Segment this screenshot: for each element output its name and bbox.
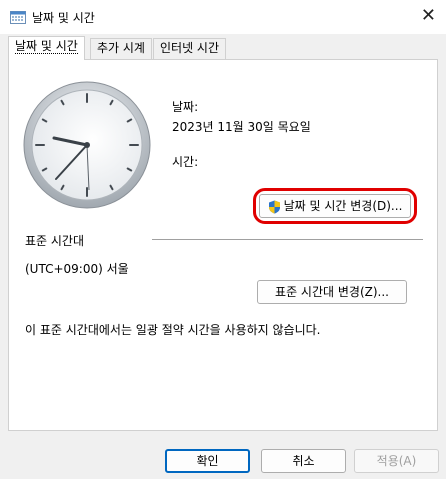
timezone-value: (UTC+09:00) 서울 — [25, 262, 129, 276]
date-label: 날짜: — [172, 100, 199, 114]
time-label: 시간: — [172, 155, 199, 169]
close-icon[interactable]: ✕ — [421, 6, 436, 26]
date-time-app-icon — [10, 11, 26, 24]
dst-note: 이 표준 시간대에서는 일광 절약 시간을 사용하지 않습니다. — [25, 323, 321, 337]
window-title: 날짜 및 시간 — [32, 11, 95, 25]
cancel-button[interactable]: 취소 — [261, 449, 346, 473]
tab-internet-time[interactable]: 인터넷 시간 — [153, 38, 227, 59]
apply-button[interactable]: 적용(A) — [354, 449, 439, 473]
dialog-footer: 확인 취소 적용(A) — [0, 440, 446, 479]
date-value: 2023년 11월 30일 목요일 — [172, 120, 311, 134]
title-bar: 날짜 및 시간 ✕ — [0, 0, 446, 34]
uac-shield-icon — [268, 200, 280, 213]
change-datetime-label: 날짜 및 시간 변경(D)... — [283, 199, 403, 213]
tab-additional-clocks[interactable]: 추가 시계 — [90, 38, 152, 59]
tab-panel: 날짜: 2023년 11월 30일 목요일 시간: 날짜 및 시간 변경(D).… — [8, 59, 438, 431]
separator-line — [152, 239, 423, 240]
tab-date-time[interactable]: 날짜 및 시간 — [8, 36, 85, 60]
change-datetime-button[interactable]: 날짜 및 시간 변경(D)... — [259, 194, 411, 218]
change-timezone-button[interactable]: 표준 시간대 변경(Z)... — [257, 280, 407, 304]
ok-button[interactable]: 확인 — [165, 449, 250, 473]
analog-clock — [23, 81, 151, 209]
timezone-heading: 표준 시간대 — [25, 234, 85, 248]
